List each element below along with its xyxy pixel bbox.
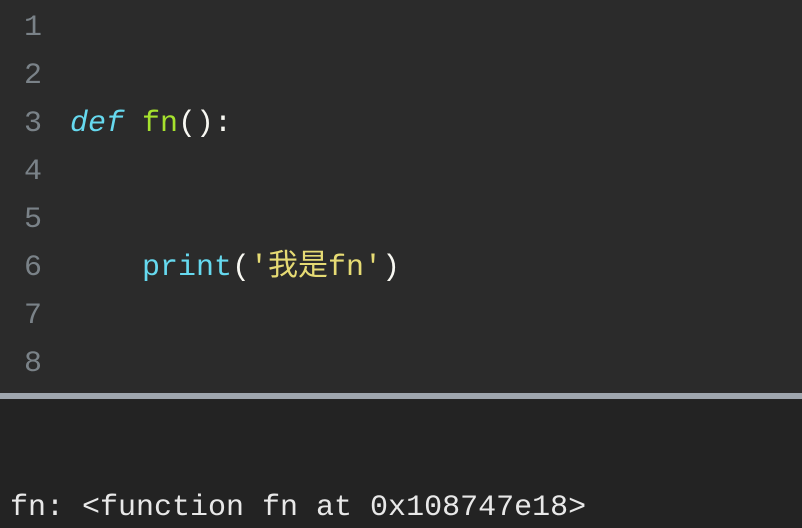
code-line[interactable] <box>70 388 400 436</box>
space-token <box>124 107 142 141</box>
keyword-token: def <box>70 107 124 141</box>
call-token: print <box>142 251 232 285</box>
code-line[interactable]: def fn(): <box>70 100 400 148</box>
code-editor[interactable]: 1 2 3 4 5 6 7 8 def fn(): print('我是fn') … <box>0 0 802 393</box>
line-number: 3 <box>8 100 42 148</box>
punct-token: ( <box>232 251 250 285</box>
line-number: 5 <box>8 196 42 244</box>
indent-token <box>70 251 142 285</box>
line-number-gutter: 1 2 3 4 5 6 7 8 <box>0 0 58 393</box>
function-name-token: fn <box>142 107 178 141</box>
code-line[interactable]: print('我是fn') <box>70 244 400 292</box>
line-number: 4 <box>8 148 42 196</box>
punct-token: (): <box>178 107 232 141</box>
string-token: '我是fn' <box>250 251 382 285</box>
line-number: 7 <box>8 292 42 340</box>
line-number: 1 <box>8 4 42 52</box>
line-number: 2 <box>8 52 42 100</box>
line-number: 8 <box>8 340 42 388</box>
code-area[interactable]: def fn(): print('我是fn') print('fn:', fn)… <box>58 0 400 393</box>
line-number: 6 <box>8 244 42 292</box>
console-line: fn: <function fn at 0x108747e18> <box>10 487 792 528</box>
punct-token: ) <box>382 251 400 285</box>
